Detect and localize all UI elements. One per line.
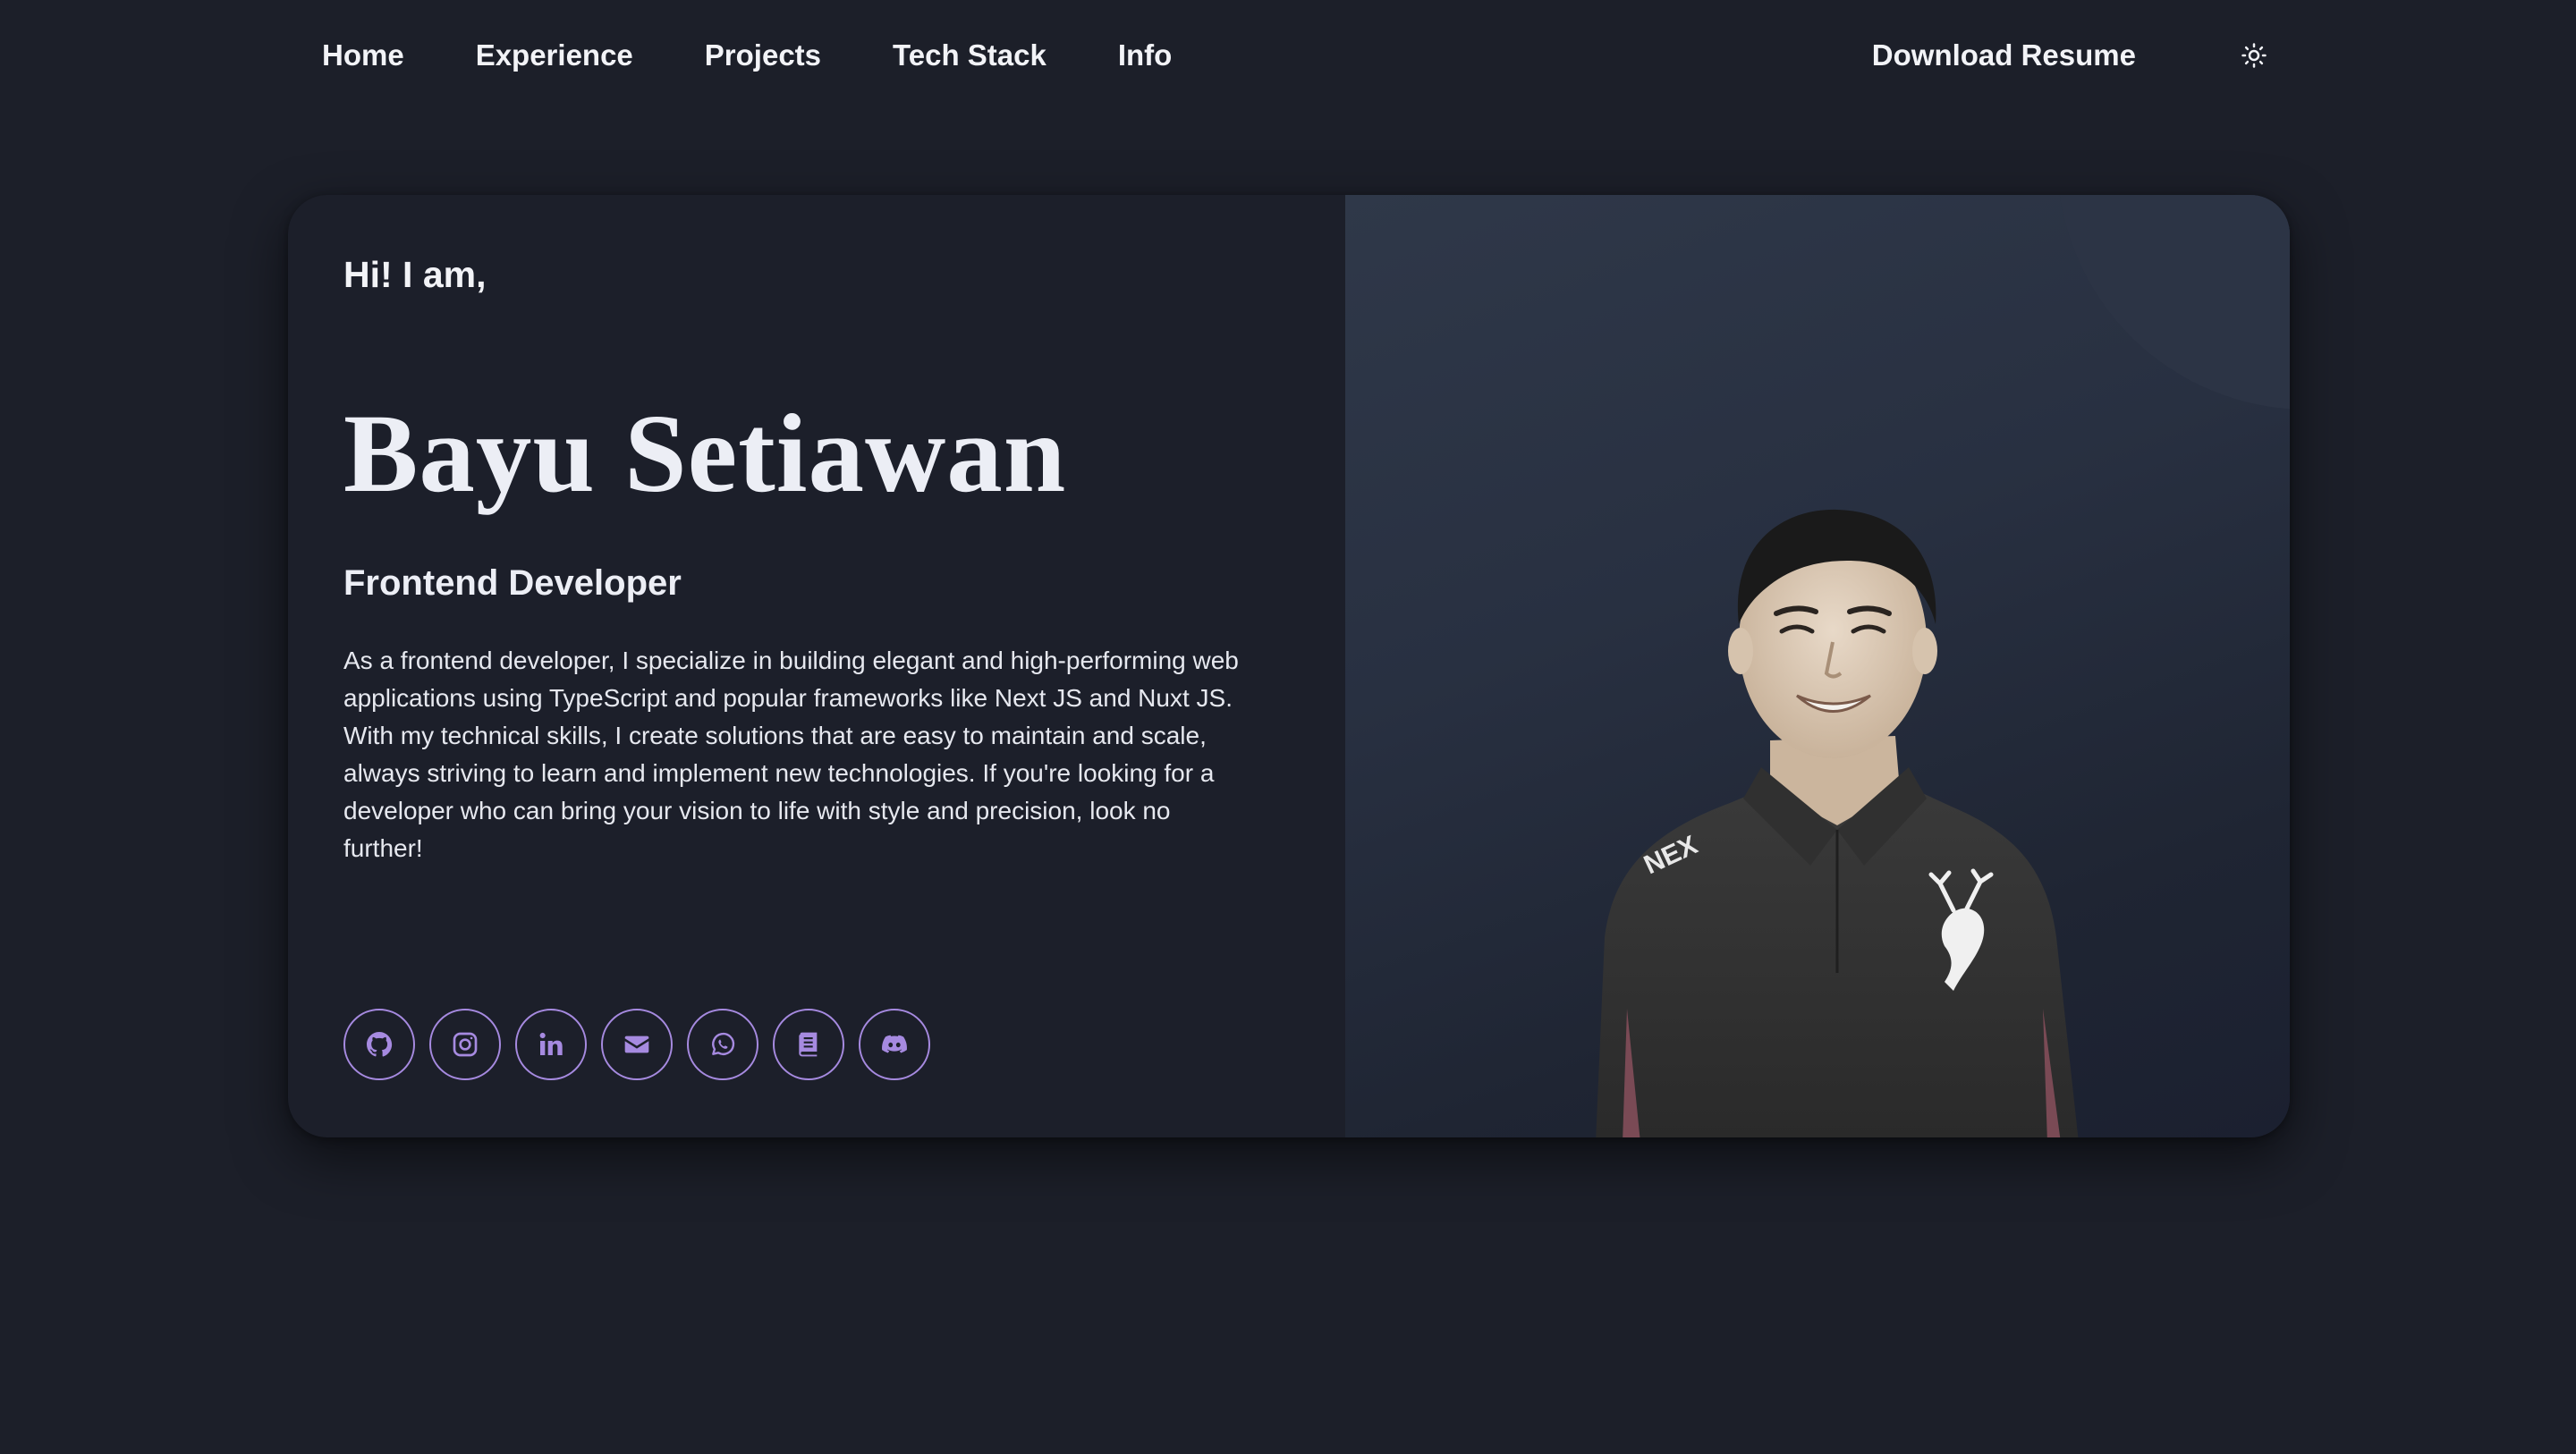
instagram-icon <box>453 1032 478 1057</box>
hero-name: Bayu Setiawan <box>343 393 1067 516</box>
email-link[interactable] <box>601 1009 673 1080</box>
discord-icon <box>882 1035 907 1053</box>
linkedin-link[interactable] <box>515 1009 587 1080</box>
nav-links: Home Experience Projects Tech Stack Info <box>286 30 1208 81</box>
hero-role: Frontend Developer <box>343 563 682 603</box>
theme-toggle-button[interactable] <box>2227 29 2281 82</box>
blog-link[interactable] <box>773 1009 844 1080</box>
decorative-circle <box>2057 195 2290 410</box>
github-link[interactable] <box>343 1009 415 1080</box>
discord-link[interactable] <box>859 1009 930 1080</box>
whatsapp-link[interactable] <box>687 1009 758 1080</box>
github-icon <box>367 1032 393 1057</box>
nav-link-info[interactable]: Info <box>1082 30 1208 81</box>
nav-link-projects[interactable]: Projects <box>669 30 857 81</box>
nav-link-tech-stack[interactable]: Tech Stack <box>857 30 1082 81</box>
navbar: Home Experience Projects Tech Stack Info… <box>286 25 2290 86</box>
hero-photo-panel: NEX <box>1345 195 2290 1137</box>
nav-link-experience[interactable]: Experience <box>440 30 669 81</box>
sun-icon <box>2241 43 2267 68</box>
linkedin-icon <box>539 1032 563 1055</box>
email-icon <box>624 1036 649 1053</box>
nav-link-home[interactable]: Home <box>286 30 440 81</box>
portrait-photo: NEX <box>1596 509 2079 1137</box>
hero-bio: As a frontend developer, I specialize in… <box>343 647 1239 862</box>
download-resume-button[interactable]: Download Resume <box>1836 30 2172 81</box>
nav-right: Download Resume <box>1836 29 2290 82</box>
greeting-text: Hi! I am, <box>343 254 487 295</box>
instagram-link[interactable] <box>429 1009 501 1080</box>
whatsapp-icon <box>712 1032 735 1055</box>
social-links <box>343 1009 930 1080</box>
hero-intro: Hi! I am, Bayu Setiawan Frontend Develop… <box>343 195 1274 1137</box>
book-icon <box>799 1032 818 1057</box>
hero-card: Hi! I am, Bayu Setiawan Frontend Develop… <box>288 195 2290 1137</box>
